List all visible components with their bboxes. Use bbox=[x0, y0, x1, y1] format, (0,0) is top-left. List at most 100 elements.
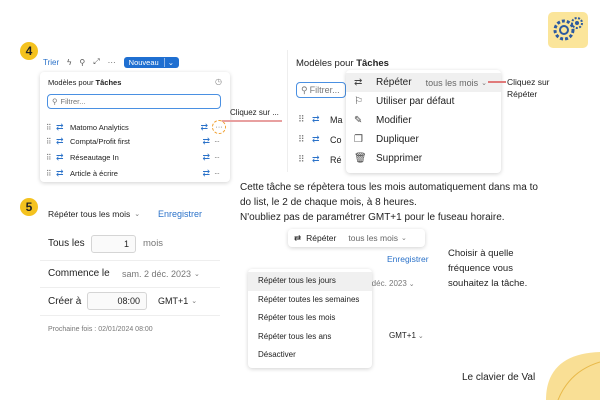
more-icon[interactable]: ··· bbox=[214, 137, 226, 146]
chevron-down-icon: ⌄ bbox=[194, 271, 200, 278]
divider bbox=[40, 260, 220, 261]
every-label: Tous les bbox=[48, 238, 85, 249]
divider bbox=[40, 287, 220, 288]
context-menu: ⇄ Répéter tous les mois ⌄ ⚐ Utiliser par… bbox=[346, 70, 501, 173]
time-input[interactable]: 08:00 bbox=[87, 292, 147, 310]
list-item[interactable]: ⠿ ⇄ Compta/Profit first ⇄ ··· bbox=[46, 136, 226, 147]
list-item-label: Compta/Profit first bbox=[70, 137, 131, 146]
chevron-down-icon: ⌄ bbox=[400, 235, 407, 242]
menu-item-duplicate[interactable]: ❐ Dupliquer bbox=[346, 130, 501, 149]
every-input[interactable]: 1 bbox=[91, 235, 136, 253]
list-item[interactable]: ⠿ ⇄ Article à écrire ⇄ ··· bbox=[46, 168, 226, 179]
new-button[interactable]: Nouveau ⌄ bbox=[123, 56, 179, 68]
repeat-icon: ⇄ bbox=[312, 114, 320, 124]
sort-button[interactable]: Trier bbox=[43, 58, 59, 67]
repeat-icon: ⇄ bbox=[312, 154, 320, 164]
step-5-badge: 5 bbox=[20, 198, 38, 216]
dropdown-screenshot: ⇄ Répéter tous les mois ⌄ Enregistrer 2 … bbox=[243, 227, 435, 368]
more-icon[interactable]: ··· bbox=[214, 153, 226, 162]
save-button[interactable]: Enregistrer bbox=[158, 209, 202, 219]
repeat-icon: ⇄ bbox=[56, 152, 64, 162]
chevron-down-icon: ⌄ bbox=[406, 281, 415, 288]
list-item-label: Co bbox=[330, 134, 342, 145]
menu-item-repeat[interactable]: ⇄ Répéter tous les mois ⌄ bbox=[346, 73, 501, 92]
every-unit: mois bbox=[143, 238, 164, 249]
chevron-down-icon: ⌄ bbox=[163, 57, 174, 67]
clock-icon: ◷ bbox=[215, 77, 222, 86]
repeat-icon: ⇄ bbox=[294, 232, 302, 243]
list-item[interactable]: ⠿ ⇄ Ré bbox=[298, 154, 342, 165]
timezone-select[interactable]: GMT+1 ⌄ bbox=[389, 331, 424, 340]
filter-input[interactable]: ⚲ Filtrer... bbox=[296, 82, 346, 98]
chevron-down-icon: ⌄ bbox=[415, 333, 424, 340]
timezone-select[interactable]: GMT+1 ⌄ bbox=[158, 296, 197, 306]
repeat-selector[interactable]: Répéter tous les mois ⌄ bbox=[48, 209, 140, 219]
drag-handle-icon[interactable]: ⠿ bbox=[46, 153, 56, 162]
chevron-down-icon: ⌄ bbox=[134, 211, 141, 218]
more-icon[interactable]: ··· bbox=[108, 58, 116, 67]
option-weekly[interactable]: Répéter toutes les semaines bbox=[248, 291, 372, 310]
expand-icon[interactable]: ⤢ bbox=[93, 57, 99, 67]
step4-callout: Cliquez sur ... bbox=[230, 108, 279, 117]
create-label: Créer à bbox=[48, 296, 82, 307]
repeat-form: Répéter tous les mois ⌄ Enregistrer Tous… bbox=[40, 205, 230, 345]
start-date-select[interactable]: 2 déc. 2023 ⌄ bbox=[365, 279, 415, 288]
search-icon[interactable]: ⚲ bbox=[79, 58, 85, 67]
repeat-icon: ⇄ bbox=[202, 168, 210, 178]
option-disable[interactable]: Désactiver bbox=[248, 346, 372, 365]
more-options-button[interactable]: ··· bbox=[212, 120, 226, 134]
explanation-text: Cette tâche se répètera tous les mois au… bbox=[240, 182, 538, 223]
filter-placeholder: Filtrer... bbox=[60, 97, 86, 106]
panel-title: Modèles pour Tâches bbox=[48, 78, 122, 87]
repeat-icon: ⇄ bbox=[202, 136, 210, 146]
filter-placeholder: Filtrer... bbox=[309, 85, 340, 95]
repeat-callout: Cliquez sur Répéter bbox=[507, 77, 550, 99]
repeat-icon: ⇄ bbox=[354, 77, 363, 88]
start-date-select[interactable]: sam. 2 déc. 2023 ⌄ bbox=[122, 269, 200, 279]
filter-input[interactable]: ⚲ Filtrer... bbox=[47, 94, 221, 109]
list-item[interactable]: ⠿ ⇄ Co bbox=[298, 134, 342, 145]
list-item-label: Article à écrire bbox=[70, 169, 118, 178]
search-icon: ⚲ bbox=[52, 97, 58, 106]
next-occurrence: Prochaine fois : 02/01/2024 08:00 bbox=[48, 326, 153, 333]
divider bbox=[40, 315, 220, 316]
drag-handle-icon[interactable]: ⠿ bbox=[298, 134, 312, 145]
repeat-header[interactable]: ⇄ Répéter tous les mois ⌄ bbox=[288, 229, 425, 247]
list-item[interactable]: ⠿ ⇄ Ma bbox=[298, 114, 343, 125]
choose-frequency-text: Choisir à quelle fréquence vous souhaite… bbox=[448, 248, 528, 289]
copy-icon: ❐ bbox=[354, 134, 363, 145]
drag-handle-icon[interactable]: ⠿ bbox=[298, 114, 312, 125]
context-screenshot: Modèles pour Tâches ⚲ Filtrer... ⠿ ⇄ Ma ⠿ ⇄… bbox=[287, 50, 503, 173]
option-daily[interactable]: Répéter tous les jours bbox=[248, 272, 372, 291]
repeat-icon: ⇄ bbox=[200, 121, 208, 132]
more-icon[interactable]: ··· bbox=[214, 169, 226, 178]
repeat-icon: ⇄ bbox=[56, 168, 64, 178]
templates-panel: Modèles pour Tâches ◷ ⚲ Filtrer... ⠿ ⇄ M… bbox=[40, 72, 230, 182]
option-monthly[interactable]: Répéter tous les mois bbox=[248, 309, 372, 328]
panel-title: Modèles pour Tâches bbox=[296, 58, 389, 69]
gear-icon bbox=[546, 10, 590, 50]
menu-item-default[interactable]: ⚐ Utiliser par défaut bbox=[346, 92, 501, 111]
drag-handle-icon[interactable]: ⠿ bbox=[298, 154, 312, 165]
menu-item-edit[interactable]: ✎ Modifier bbox=[346, 111, 501, 130]
save-button[interactable]: Enregistrer bbox=[387, 254, 429, 264]
flag-icon: ⚐ bbox=[354, 96, 363, 107]
callout-arrow bbox=[222, 120, 282, 122]
option-yearly[interactable]: Répéter tous les ans bbox=[248, 328, 372, 347]
drag-handle-icon[interactable]: ⠿ bbox=[46, 169, 56, 178]
start-label: Commence le bbox=[48, 268, 110, 279]
repeat-icon: ⇄ bbox=[56, 121, 64, 132]
list-item[interactable]: ⠿ ⇄ Réseautage In ⇄ ··· bbox=[46, 152, 226, 163]
repeat-callout-arrow bbox=[488, 81, 506, 83]
drag-handle-icon[interactable]: ⠿ bbox=[46, 137, 56, 146]
repeat-icon: ⇄ bbox=[312, 134, 320, 144]
step-4-badge: 4 bbox=[20, 42, 38, 60]
drag-handle-icon[interactable]: ⠿ bbox=[46, 123, 56, 132]
menu-item-delete[interactable]: 🗑 Supprimer bbox=[346, 149, 501, 168]
leaf-decoration bbox=[536, 348, 600, 401]
list-item[interactable]: ⠿ ⇄ Matomo Analytics ⇄ ··· bbox=[46, 120, 226, 134]
list-item-label: Réseautage In bbox=[70, 153, 119, 162]
lightning-icon[interactable]: ϟ bbox=[67, 58, 71, 67]
step4-toolbar: Trier ϟ ⚲ ⤢ ··· Nouveau ⌄ bbox=[43, 55, 228, 69]
repeat-value: tous les mois bbox=[425, 77, 479, 88]
